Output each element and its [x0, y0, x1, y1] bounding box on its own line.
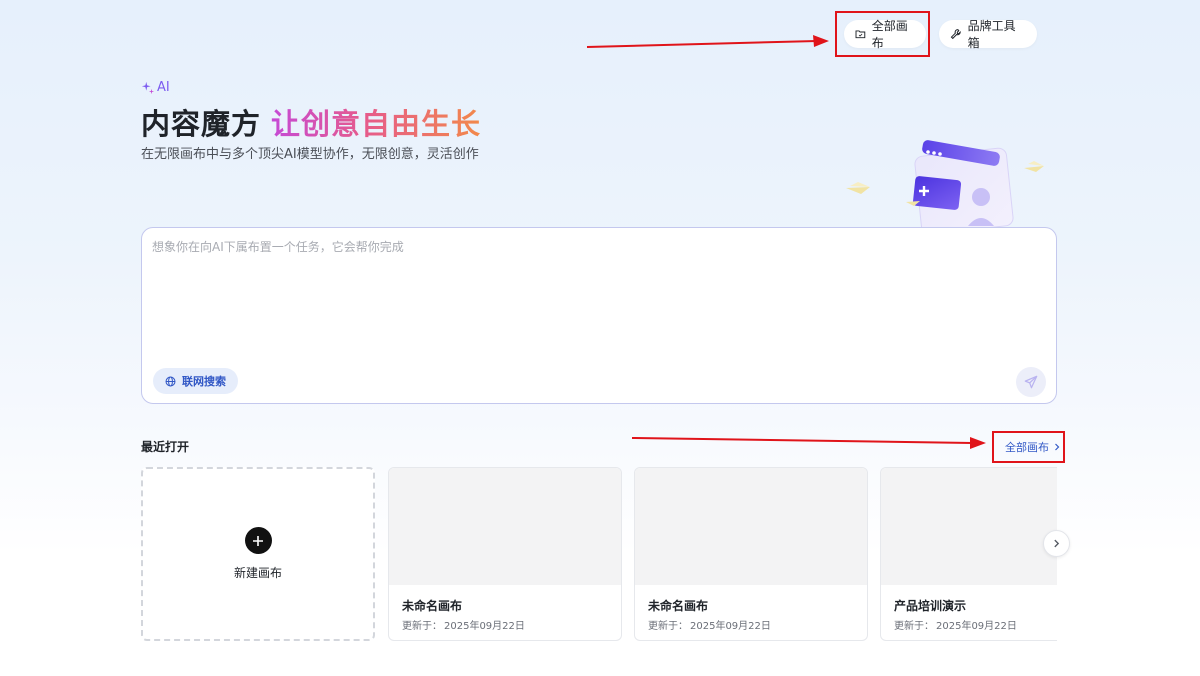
- page-title-main: 内容魔方: [141, 107, 262, 141]
- canvas-card-date-prefix: 更新于：: [648, 621, 688, 632]
- send-icon: [1024, 375, 1038, 389]
- canvas-card-date: 更新于： 2025年09月22日: [402, 617, 525, 632]
- plus-icon: [244, 527, 272, 554]
- web-search-button[interactable]: 联网搜索: [153, 368, 238, 394]
- view-all-canvas-link[interactable]: 全部画布: [1005, 439, 1061, 455]
- brand-toolbox-label: 品牌工具箱: [967, 19, 1016, 50]
- recent-cards: 新建画布 未命名画布 更新于： 2025年09月22日 未命名画布 更新于： 202…: [141, 467, 1057, 647]
- brand-toolbox-button[interactable]: 品牌工具箱: [939, 19, 1037, 50]
- canvas-thumbnail: [635, 468, 867, 585]
- chevron-right-icon: [1054, 539, 1060, 548]
- new-canvas-label: 新建画布: [233, 566, 282, 580]
- all-canvas-button[interactable]: 全部画布: [844, 19, 926, 50]
- canvas-card[interactable]: 未命名画布 更新于： 2025年09月22日: [388, 467, 622, 641]
- canvas-card[interactable]: 未命名画布 更新于： 2025年09月22日: [634, 467, 868, 641]
- canvas-card-title: 未命名画布: [648, 599, 709, 613]
- all-canvas-label: 全部画布: [871, 19, 908, 50]
- globe-icon: [165, 376, 176, 386]
- wrench-icon: [950, 29, 961, 40]
- recent-section-title: 最近打开: [141, 440, 190, 454]
- canvas-card-date-prefix: 更新于：: [894, 621, 934, 632]
- ai-badge-label: AI: [157, 80, 170, 95]
- page-title-accent: 让创意自由生长: [271, 107, 482, 141]
- send-button[interactable]: [1016, 367, 1046, 397]
- web-search-label: 联网搜索: [182, 375, 226, 388]
- canvas-card-date-prefix: 更新于：: [402, 621, 442, 632]
- canvas-card-date-value: 2025年09月22日: [444, 621, 525, 632]
- canvas-thumbnail: [389, 468, 621, 585]
- canvas-card-date-value: 2025年09月22日: [690, 621, 771, 632]
- folder-icon: [855, 30, 866, 39]
- chevron-right-icon: [1055, 443, 1060, 451]
- new-canvas-card[interactable]: 新建画布: [141, 467, 375, 641]
- canvas-card-date: 更新于： 2025年09月22日: [894, 617, 1017, 632]
- annotation-arrow-top: [586, 35, 829, 48]
- sparkle-icon: [141, 81, 155, 94]
- page-subtitle: 在无限画布中与多个顶尖AI模型协作，无限创意，灵活创作: [141, 147, 479, 162]
- annotation-arrow-bottom: [631, 437, 986, 449]
- carousel-next-button[interactable]: [1043, 530, 1070, 557]
- prompt-input[interactable]: [152, 238, 1042, 348]
- canvas-card-title: 产品培训演示: [894, 599, 967, 613]
- prompt-box: 联网搜索: [141, 227, 1057, 404]
- ai-badge: AI: [141, 80, 170, 95]
- canvas-card-title: 未命名画布: [402, 599, 463, 613]
- canvas-card-date-value: 2025年09月22日: [936, 621, 1017, 632]
- canvas-card-date: 更新于： 2025年09月22日: [648, 617, 771, 632]
- canvas-card[interactable]: 产品培训演示 更新于： 2025年09月22日: [880, 467, 1057, 641]
- view-all-canvas-label: 全部画布: [1005, 441, 1049, 454]
- canvas-thumbnail: [881, 468, 1057, 585]
- page-title: 内容魔方 让创意自由生长: [141, 101, 481, 143]
- hero-illustration: [846, 140, 1044, 232]
